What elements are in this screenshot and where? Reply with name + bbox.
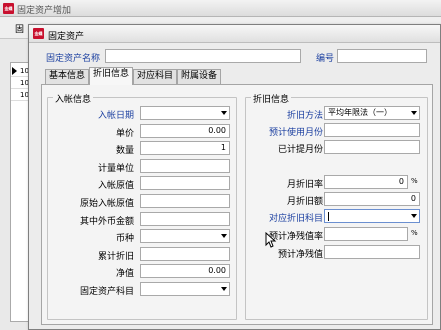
net-value-input[interactable]: 0.00 [140,264,230,279]
net-value-label: 净值 [115,269,134,280]
monthly-amount-label: 月折旧额 [286,197,323,207]
residual-rate-unit: % [411,229,418,237]
chevron-down-icon [221,234,227,239]
depreciation-info-group: 折旧信息 折旧方法 平均年限法（一） 预计使用月份 已计提月份 月折旧率 0 %… [245,92,428,320]
fixed-asset-dialog: 金蝶 固定资产 固定资产名称 编号 基本信息 折旧信息 对应科目 附属设备 入帐… [28,24,441,330]
quantity-label: 数量 [115,146,134,157]
entry-date-select[interactable] [140,106,230,120]
monthly-rate-unit: % [411,177,418,185]
original-entry-value-label: 原始入帐原值 [79,199,134,209]
unit-of-measure-label: 计量单位 [97,163,134,174]
tab-basic-info[interactable]: 基本信息 [45,69,90,84]
app-logo-icon: 金蝶 [3,3,14,14]
tab-panel: 入帐信息 入帐日期单价 0.00 数量 1 计量单位入帐原值原始入帐原值 其中外币金额币种… [41,84,433,325]
asset-name-input[interactable] [105,49,301,63]
chevron-down-icon [411,214,417,218]
asset-account-select[interactable] [140,282,230,296]
tab-attached-equipment[interactable]: 附属设备 [177,69,222,84]
currency-label: 币种 [115,234,134,245]
foreign-currency-amount-input[interactable] [140,211,230,226]
entry-original-value-input[interactable] [140,176,230,191]
est-months-input[interactable] [324,123,420,137]
currency-select[interactable] [140,229,230,244]
chevron-down-icon [221,287,227,291]
number-input[interactable] [337,49,427,63]
residual-rate-input[interactable] [324,227,408,241]
method-select[interactable]: 平均年限法（一） [324,106,420,120]
current-row-arrow-icon [12,67,17,75]
account-label: 对应折旧科目 [268,214,323,224]
entry-info-group: 入帐信息 入帐日期单价 0.00 数量 1 计量单位入帐原值原始入帐原值 其中外币金额币种… [47,92,237,320]
est-months-label: 预计使用月份 [268,128,323,138]
text-caret [328,212,329,221]
unit-of-measure-input[interactable] [140,158,230,173]
background-title-bar: 金蝶 固定资产增加 [0,0,441,17]
chevron-down-icon [411,111,417,115]
tab-accounts[interactable]: 对应科目 [133,69,178,84]
original-entry-value-input[interactable] [140,194,230,208]
entry-info-title: 入帐信息 [53,92,94,105]
monthly-amount-input[interactable]: 0 [324,192,420,206]
asset-name-label: 固定资产名称 [46,54,101,64]
dialog-title: 固定资产 [48,32,85,42]
entry-original-value-label: 入帐原值 [97,181,134,192]
background-toolbar-text: 固 [15,25,25,35]
entry-date-label: 入帐日期 [97,111,134,121]
dialog-logo-icon: 金蝶 [33,28,44,39]
quantity-input[interactable]: 1 [140,141,230,156]
accumulated-depreciation-input[interactable] [140,246,230,261]
residual-value-input[interactable] [324,245,420,259]
number-label: 编号 [316,54,335,64]
dialog-title-bar: 金蝶 固定资产 [29,25,440,43]
depreciation-info-title: 折旧信息 [251,92,292,105]
accrued-months-label: 已计提月份 [277,145,323,155]
monthly-rate-input[interactable]: 0 [324,175,408,189]
tab-depreciation-info[interactable]: 折旧信息 [89,67,134,85]
monthly-rate-label: 月折旧率 [286,180,323,190]
accumulated-depreciation-label: 累计折旧 [97,251,134,262]
mouse-cursor-icon [265,232,277,248]
method-label: 折旧方法 [286,111,323,121]
method-value: 平均年限法（一） [328,108,392,117]
account-select[interactable] [324,209,420,223]
asset-account-label: 固定资产科目 [79,287,134,297]
residual-value-label: 预计净残值 [277,250,323,260]
background-window-title: 固定资产增加 [17,6,72,16]
chevron-down-icon [221,111,227,115]
unit-price-input[interactable]: 0.00 [140,123,230,138]
unit-price-label: 单价 [115,128,134,139]
foreign-currency-amount-label: 其中外币金额 [79,216,134,227]
residual-rate-label: 预计净残值率 [268,232,323,242]
accrued-months-input[interactable] [324,140,420,154]
